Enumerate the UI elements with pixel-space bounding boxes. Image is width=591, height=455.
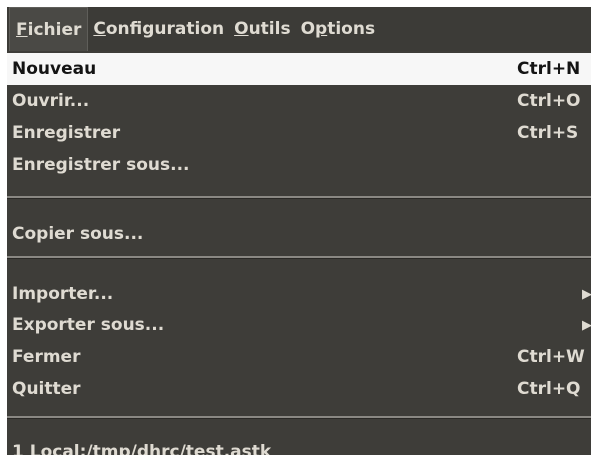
menu-item-importer-label: Importer... <box>12 284 114 304</box>
submenu-arrow-icon: ▶ <box>582 286 591 302</box>
menu-configuration[interactable]: Configuration <box>88 7 229 51</box>
menu-separator <box>7 196 591 199</box>
menu-item-enregistrer-sous[interactable]: Enregistrer sous... <box>7 149 591 181</box>
menu-item-ouvrir[interactable]: Ouvrir... Ctrl+O <box>7 85 591 117</box>
menu-item-enregistrer-shortcut: Ctrl+S <box>517 123 579 143</box>
menu-item-fermer-shortcut: Ctrl+W <box>517 347 585 367</box>
menu-item-quitter-shortcut: Ctrl+Q <box>517 379 581 399</box>
menu-outils-mnemonic: O <box>234 19 249 39</box>
menu-item-ouvrir-shortcut: Ctrl+O <box>517 91 581 111</box>
menu-fichier-mnemonic: F <box>16 19 28 40</box>
menu-item-exporter-sous-label: Exporter sous... <box>12 315 165 335</box>
menu-configuration-label: onfiguration <box>105 19 225 39</box>
menu-item-enregistrer-label: Enregistrer <box>12 123 121 143</box>
menu-item-copier-sous[interactable]: Copier sous... <box>7 218 591 250</box>
menu-item-nouveau-shortcut: Ctrl+N <box>517 59 581 79</box>
menu-item-enregistrer[interactable]: Enregistrer Ctrl+S <box>7 117 591 149</box>
menu-item-nouveau-label: Nouveau <box>12 59 97 79</box>
menu-fichier[interactable]: Fichier <box>9 7 89 51</box>
menu-options-label-start: O <box>300 19 316 39</box>
menu-item-exporter-sous[interactable]: Exporter sous... ▶ <box>7 309 591 341</box>
menu-item-ouvrir-label: Ouvrir... <box>12 91 90 111</box>
menu-configuration-mnemonic: C <box>93 19 106 39</box>
menu-item-quitter-label: Quitter <box>12 379 81 399</box>
menu-options-label-end: tions <box>327 19 376 39</box>
menu-item-importer[interactable]: Importer... ▶ <box>7 278 591 310</box>
menu-options[interactable]: Op tions <box>296 7 380 51</box>
menu-bar: Fichier Configuration Outils Op tions <box>7 7 591 51</box>
menu-separator <box>7 256 591 259</box>
menu-separator <box>7 416 591 419</box>
menu-item-copier-sous-label: Copier sous... <box>12 224 144 244</box>
menu-item-recent-file[interactable]: 1 Local:/tmp/dhrc/test.astk <box>7 436 591 455</box>
menu-fichier-label: ichier <box>27 19 82 40</box>
menu-item-quitter[interactable]: Quitter Ctrl+Q <box>7 373 591 405</box>
application-window: Fichier Configuration Outils Op tions Nou… <box>7 7 591 455</box>
menu-item-nouveau[interactable]: Nouveau Ctrl+N <box>7 53 591 85</box>
menu-outils-label: utils <box>248 19 291 39</box>
menu-options-mnemonic: p <box>315 19 328 39</box>
menu-item-enregistrer-sous-label: Enregistrer sous... <box>12 155 190 175</box>
menu-item-recent-file-label: 1 Local:/tmp/dhrc/test.astk <box>12 442 272 455</box>
menu-outils[interactable]: Outils <box>229 7 295 51</box>
submenu-arrow-icon: ▶ <box>582 317 591 333</box>
fichier-dropdown-menu: Nouveau Ctrl+N Ouvrir... Ctrl+O Enregist… <box>7 53 591 455</box>
menu-item-fermer-label: Fermer <box>12 347 81 367</box>
menu-item-fermer[interactable]: Fermer Ctrl+W <box>7 341 591 373</box>
